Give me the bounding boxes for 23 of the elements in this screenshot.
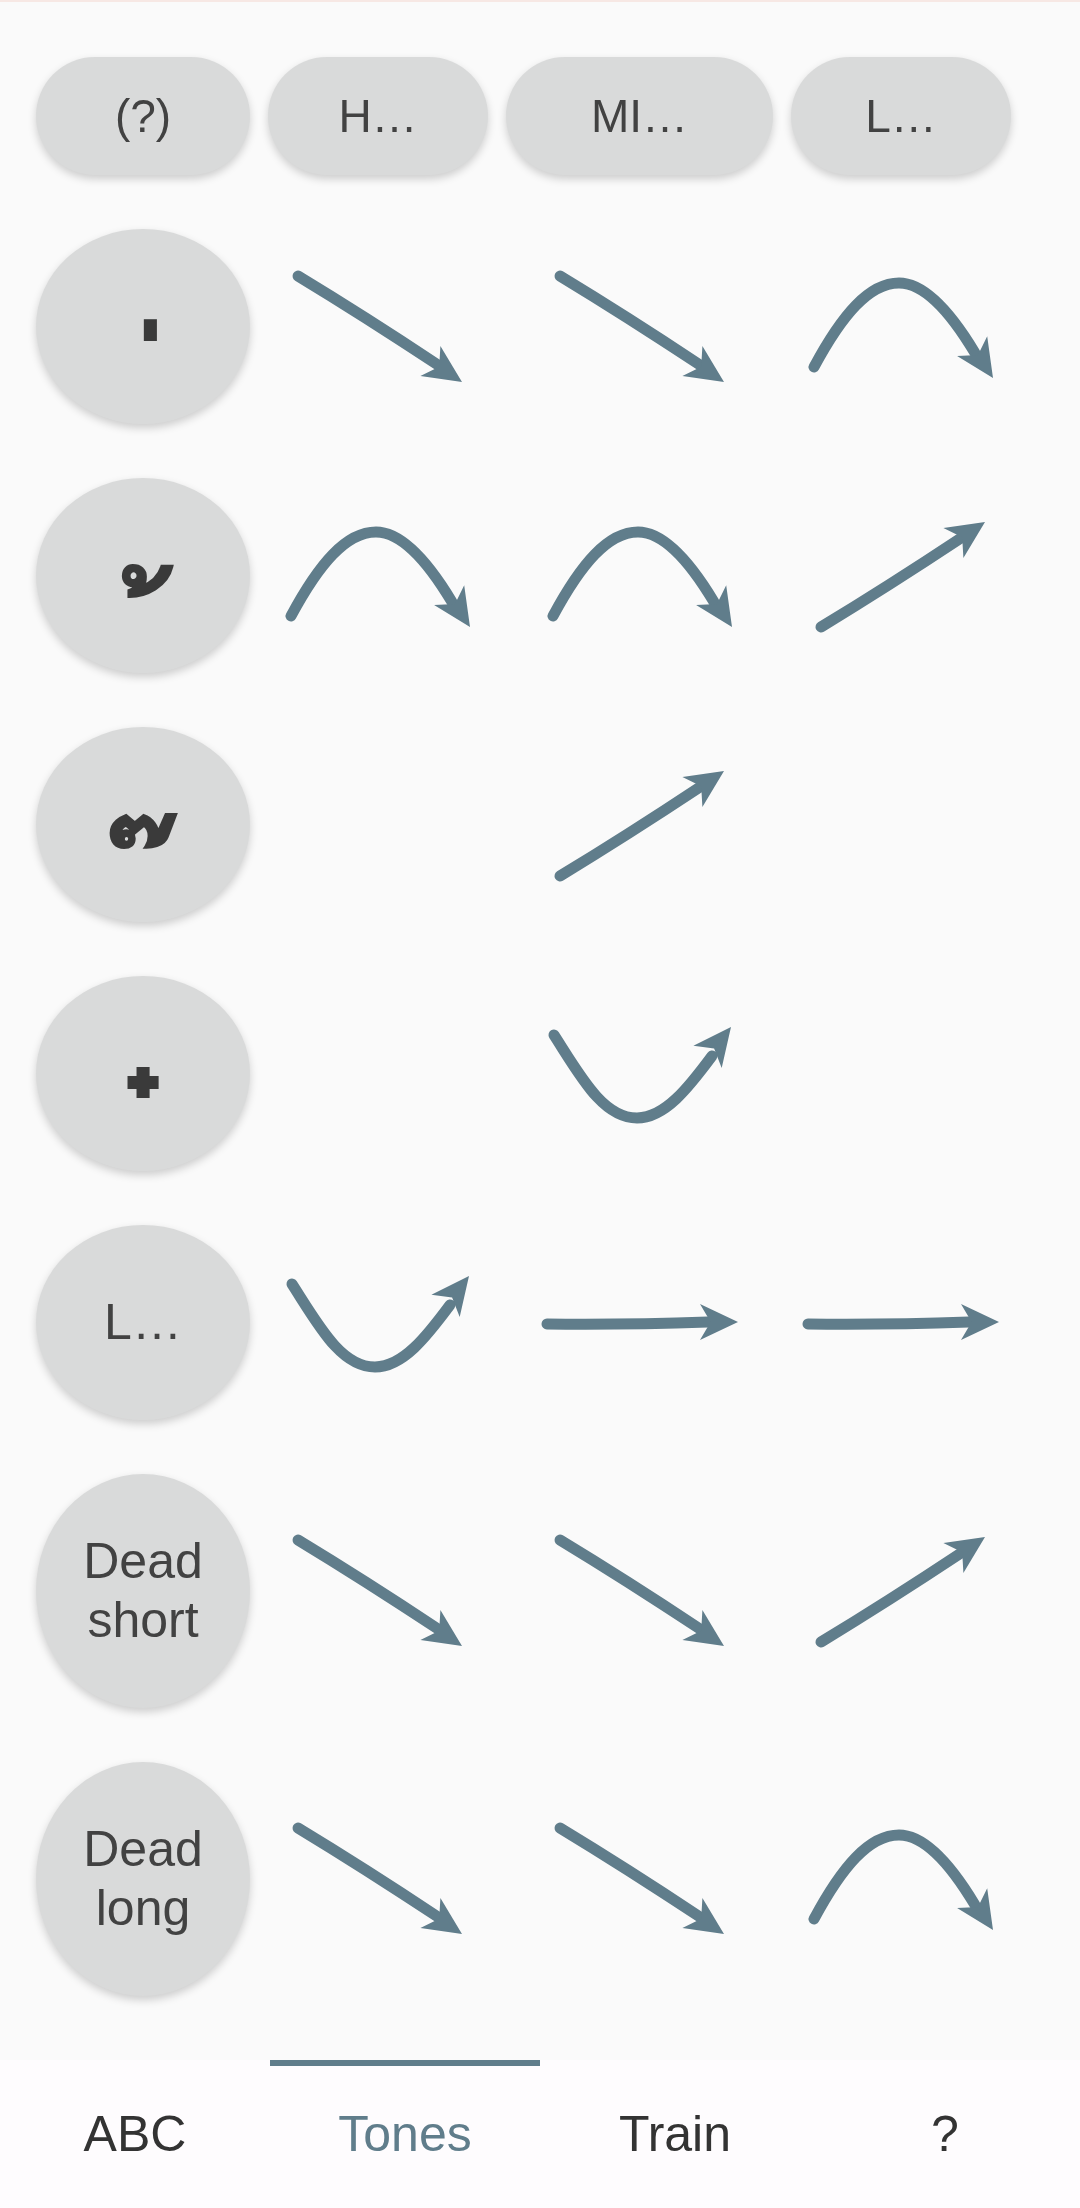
arrow-down-right-icon xyxy=(292,269,464,384)
nav-tab[interactable]: ABC xyxy=(0,2060,270,2208)
row-header-button[interactable]: Dead long xyxy=(36,1762,250,1996)
arrow-down-right-icon xyxy=(553,269,726,384)
nav-tab[interactable]: Train xyxy=(540,2060,810,2208)
arrow-down-right-icon xyxy=(553,1822,726,1936)
row-header-button[interactable]: Dead short xyxy=(36,1474,250,1708)
row-header-button[interactable]: L… xyxy=(36,1225,250,1420)
arrow-down-right-icon xyxy=(553,1534,726,1648)
tone-mark-button[interactable]: ๊ xyxy=(36,727,250,922)
arrow-down-right-icon xyxy=(292,1534,464,1648)
tone-mark-button[interactable]: ่ xyxy=(36,229,250,424)
column-header-button[interactable]: L… xyxy=(791,57,1011,175)
arch-arrow-icon xyxy=(807,1827,995,1931)
tone-mark-button[interactable]: ๋ xyxy=(36,976,250,1171)
arrow-down-right-icon xyxy=(292,1822,464,1936)
arrow-up-right-icon xyxy=(815,1534,987,1648)
column-header-button[interactable]: (?) xyxy=(36,57,250,175)
nav-tab[interactable]: Tones xyxy=(270,2060,540,2208)
column-header-button[interactable]: MI… xyxy=(506,57,773,175)
column-header-button[interactable]: H… xyxy=(268,57,488,175)
nav-tab[interactable]: ? xyxy=(810,2060,1080,2208)
tone-mark-button[interactable]: ้ xyxy=(36,478,250,673)
